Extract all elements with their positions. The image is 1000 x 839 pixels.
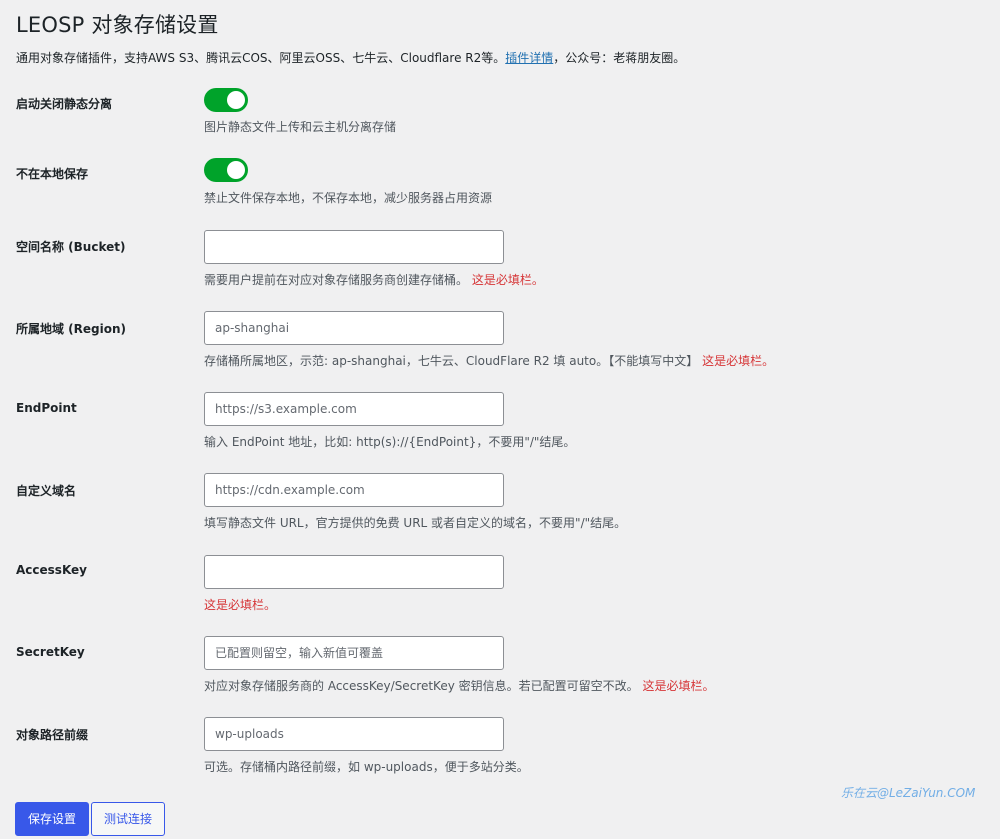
bucket-required-note: 这是必填栏。: [471, 273, 544, 287]
static-separation-label: 启动关闭静态分离: [16, 97, 113, 111]
access-key-input[interactable]: [204, 555, 504, 589]
test-connection-button[interactable]: 测试连接: [91, 802, 165, 836]
access-key-required-note: 这是必填栏。: [204, 598, 277, 612]
endpoint-input[interactable]: [204, 392, 504, 426]
secret-key-help-text: 对应对象存储服务商的 AccessKey/SecretKey 密钥信息。若已配置…: [204, 679, 639, 693]
endpoint-label: EndPoint: [16, 401, 77, 415]
secret-key-input[interactable]: [204, 636, 504, 670]
bucket-input[interactable]: [204, 230, 504, 264]
no-local-save-description: 禁止文件保存本地，不保存本地，减少服务器占用资源: [204, 191, 493, 205]
custom-domain-description: 填写静态文件 URL，官方提供的免费 URL 或者自定义的域名，不要用"/"结尾…: [204, 516, 627, 530]
bucket-description: 需要用户提前在对应对象存储服务商创建存储桶。 这是必填栏。: [204, 271, 544, 288]
page-title: LEOSP 对象存储设置: [16, 13, 219, 37]
endpoint-description: 输入 EndPoint 地址，比如: http(s)://{EndPoint}，…: [204, 435, 576, 449]
bucket-help-text: 需要用户提前在对应对象存储服务商创建存储桶。: [204, 273, 469, 287]
region-help-text: 存储桶所属地区，示范: ap-shanghai，七牛云、CloudFlare R…: [204, 354, 699, 368]
secret-key-label: SecretKey: [16, 645, 85, 659]
region-label: 所属地域 (Region): [16, 322, 127, 336]
region-description: 存储桶所属地区，示范: ap-shanghai，七牛云、CloudFlare R…: [204, 352, 774, 369]
path-prefix-description: 可选。存储桶内路径前缀，如 wp-uploads，便于多站分类。: [204, 760, 529, 774]
watermark: 乐在云@LeZaiYun.COM: [841, 786, 976, 800]
custom-domain-label: 自定义域名: [16, 484, 77, 498]
bucket-label: 空间名称 (Bucket): [16, 240, 126, 254]
path-prefix-input[interactable]: [204, 717, 504, 751]
region-required-note: 这是必填栏。: [702, 354, 775, 368]
intro-text: 通用对象存储插件，支持AWS S3、腾讯云COS、阿里云OSS、七牛云、Clou…: [16, 49, 685, 66]
save-settings-button[interactable]: 保存设置: [15, 802, 89, 836]
static-separation-description: 图片静态文件上传和云主机分离存储: [204, 120, 397, 134]
intro-description: 通用对象存储插件，支持AWS S3、腾讯云COS、阿里云OSS、七牛云、Clou…: [16, 51, 506, 65]
static-separation-toggle[interactable]: [204, 88, 248, 112]
toggle-knob: [227, 161, 245, 179]
toggle-knob: [227, 91, 245, 109]
region-input[interactable]: [204, 311, 504, 345]
path-prefix-label: 对象路径前缀: [16, 728, 89, 742]
intro-suffix: ，公众号：老蒋朋友圈。: [553, 51, 686, 65]
secret-key-description: 对应对象存储服务商的 AccessKey/SecretKey 密钥信息。若已配置…: [204, 677, 714, 694]
no-local-save-label: 不在本地保存: [16, 167, 89, 181]
access-key-label: AccessKey: [16, 563, 87, 577]
custom-domain-input[interactable]: [204, 473, 504, 507]
no-local-save-toggle[interactable]: [204, 158, 248, 182]
secret-key-required-note: 这是必填栏。: [642, 679, 715, 693]
plugin-details-link[interactable]: 插件详情: [505, 51, 553, 65]
